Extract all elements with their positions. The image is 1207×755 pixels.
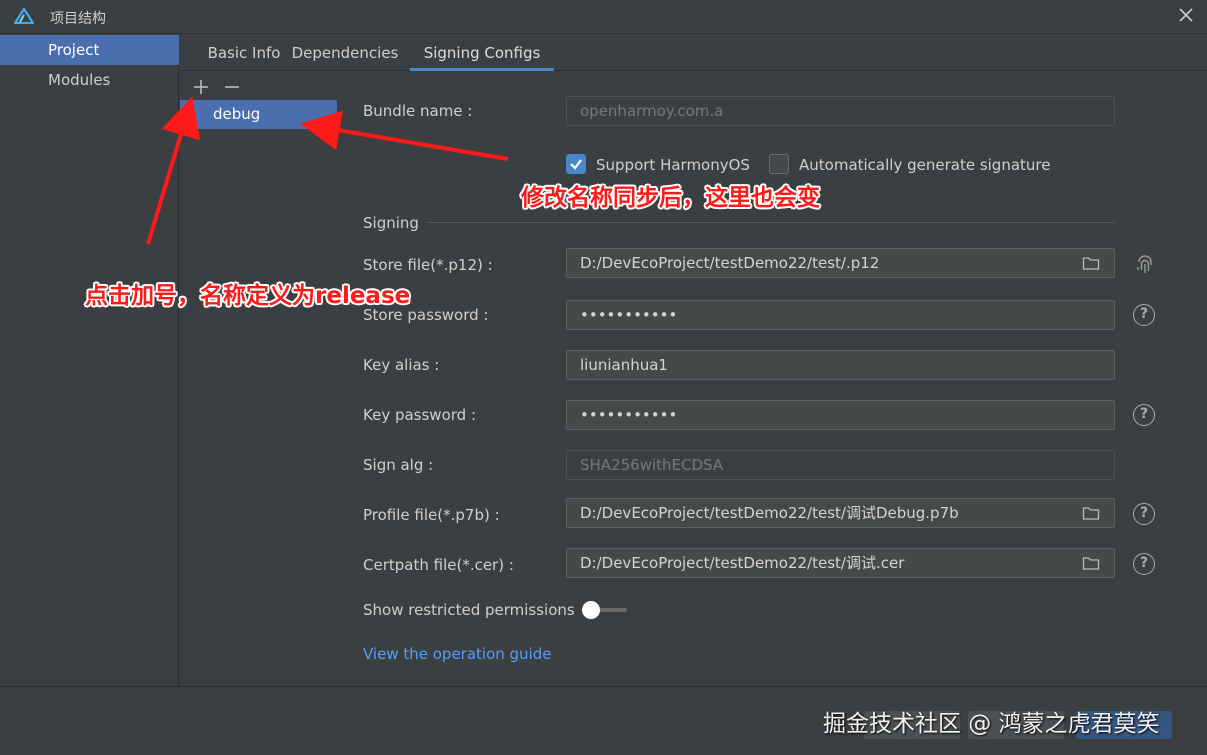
profile-file-label: Profile file(*.p7b) : (363, 506, 500, 524)
certpath-file-value: D:/DevEcoProject/testDemo22/test/调试.cer (580, 554, 905, 572)
title-bar: 项目结构 (0, 0, 1207, 34)
key-password-label: Key password : (363, 406, 476, 424)
toggle-knob (582, 601, 600, 619)
operation-guide-link[interactable]: View the operation guide (363, 645, 551, 663)
profile-file-help-icon[interactable]: ? (1133, 503, 1155, 525)
show-restricted-toggle[interactable] (581, 600, 627, 620)
sign-alg-field: SHA256withECDSA (566, 450, 1115, 480)
fingerprint-icon[interactable] (1133, 253, 1157, 277)
profile-file-field[interactable]: D:/DevEcoProject/testDemo22/test/调试Debug… (566, 498, 1115, 528)
left-nav: Project Modules (0, 35, 179, 686)
tab-dependencies[interactable]: Dependencies (291, 35, 399, 71)
store-password-help-icon[interactable]: ? (1133, 304, 1155, 326)
tab-basic-info[interactable]: Basic Info (195, 35, 293, 71)
support-harmonyos-checkbox[interactable] (566, 154, 586, 174)
profile-file-value: D:/DevEcoProject/testDemo22/test/调试Debug… (580, 504, 959, 522)
nav-item-modules[interactable]: Modules (0, 65, 179, 95)
config-item-debug[interactable]: debug (180, 100, 337, 129)
auto-signature-label[interactable]: Automatically generate signature (799, 156, 1050, 174)
harmony-logo-icon (14, 8, 34, 24)
signing-form: Bundle name : openharmoy.com.a Support H… (337, 71, 1207, 686)
store-password-field[interactable]: ••••••••••• (566, 300, 1115, 330)
store-file-label: Store file(*.p12) : (363, 256, 493, 274)
folder-icon[interactable] (1082, 505, 1100, 521)
bundle-name-field: openharmoy.com.a (566, 96, 1115, 126)
store-file-field[interactable]: D:/DevEcoProject/testDemo22/test/.p12 (566, 248, 1115, 278)
key-alias-label: Key alias : (363, 356, 440, 374)
folder-icon[interactable] (1082, 255, 1100, 271)
close-icon[interactable] (1177, 6, 1195, 24)
window-title: 项目结构 (50, 11, 106, 27)
nav-item-project[interactable]: Project (0, 35, 179, 65)
show-restricted-label: Show restricted permissions (363, 601, 575, 619)
key-password-help-icon[interactable]: ? (1133, 404, 1155, 426)
signing-section-title: Signing (363, 214, 419, 232)
certpath-file-help-icon[interactable]: ? (1133, 553, 1155, 575)
watermark: 掘金技术社区 @ 鸿蒙之虎君莫笑 (823, 711, 1160, 737)
certpath-file-field[interactable]: D:/DevEcoProject/testDemo22/test/调试.cer (566, 548, 1115, 578)
key-alias-field[interactable]: liunianhua1 (566, 350, 1115, 380)
annotation-click-plus: 点击加号，名称定义为release (85, 283, 411, 309)
support-harmonyos-label[interactable]: Support HarmonyOS (596, 156, 750, 174)
certpath-file-label: Certpath file(*.cer) : (363, 556, 514, 574)
tab-signing-configs[interactable]: Signing Configs (410, 35, 554, 71)
minus-icon[interactable] (222, 77, 242, 97)
signing-divider (427, 222, 1115, 223)
tab-bar: Basic Info Dependencies Signing Configs (180, 35, 1207, 71)
sign-alg-label: Sign alg : (363, 456, 434, 474)
annotation-rename-sync: 修改名称同步后，这里也会变 (521, 185, 820, 211)
store-file-value: D:/DevEcoProject/testDemo22/test/.p12 (580, 254, 880, 272)
folder-icon[interactable] (1082, 555, 1100, 571)
bundle-name-label: Bundle name : (363, 102, 473, 120)
check-icon (570, 159, 582, 170)
key-password-field[interactable]: ••••••••••• (566, 400, 1115, 430)
auto-signature-checkbox[interactable] (769, 154, 789, 174)
plus-icon[interactable] (191, 77, 211, 97)
signing-config-list: debug (180, 71, 337, 686)
